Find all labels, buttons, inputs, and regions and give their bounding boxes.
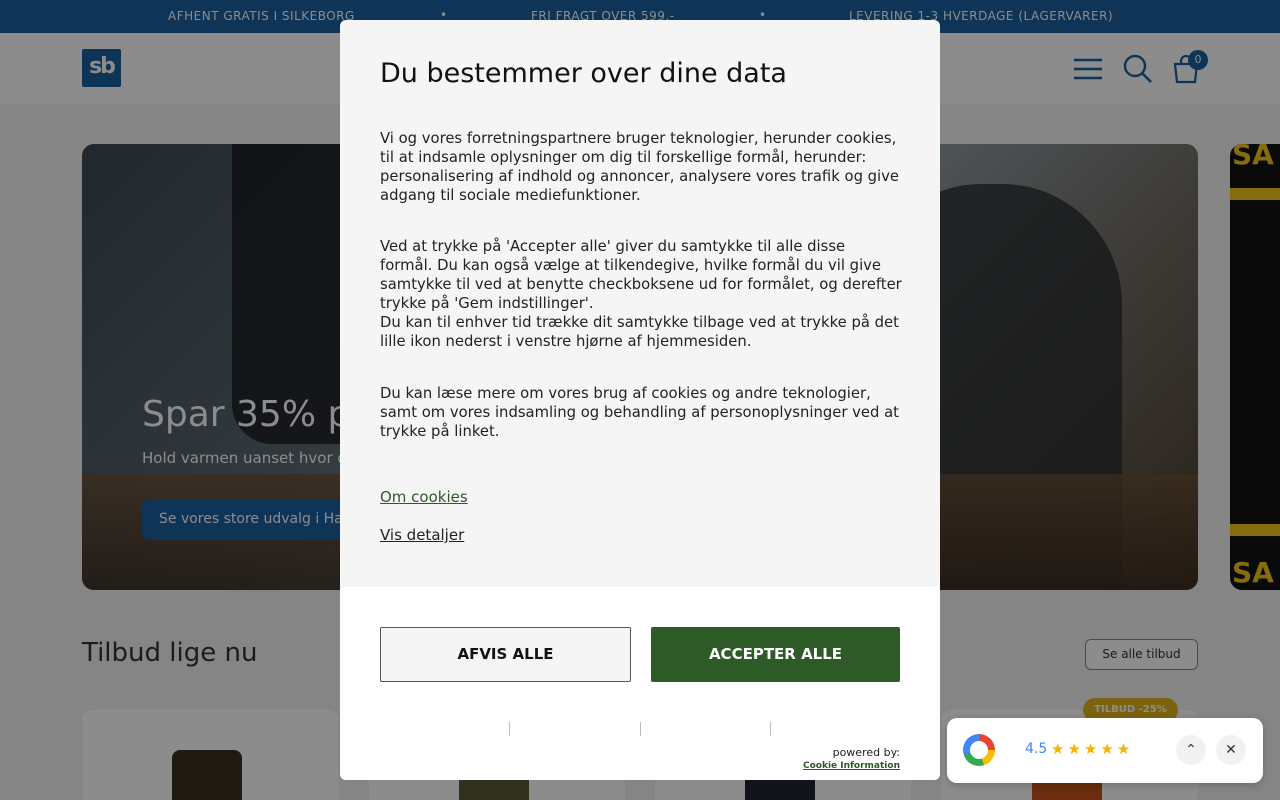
- chevron-up-icon[interactable]: ⌃: [1176, 735, 1206, 765]
- google-logo-icon: [963, 734, 995, 766]
- powered-by: powered by: Cookie Information: [803, 746, 900, 771]
- divider: [770, 722, 771, 736]
- google-rating-value: 4.5: [1025, 741, 1048, 757]
- divider: [509, 722, 510, 736]
- consent-footer: powered by: Cookie Information: [340, 722, 940, 780]
- cookie-consent-dialog: Du bestemmer over dine data Vi og vores …: [340, 20, 940, 780]
- close-icon[interactable]: ✕: [1216, 735, 1246, 765]
- consent-more-info-text: Du kan læse mere om vores brug af cookie…: [380, 385, 899, 440]
- accept-all-button[interactable]: ACCEPTER ALLE: [651, 627, 900, 682]
- google-reviews-widget[interactable]: 4.5 ★★★★★ ⌃ ✕: [947, 718, 1263, 783]
- consent-withdraw-info-text: Du kan til enhver tid trække dit samtykk…: [380, 314, 899, 350]
- about-cookies-link[interactable]: Om cookies: [380, 488, 468, 506]
- show-details-link[interactable]: Vis detaljer: [380, 526, 464, 544]
- rating-stars-icon: ★★★★★: [1051, 740, 1134, 758]
- powered-by-label: powered by:: [832, 746, 900, 759]
- consent-accept-info-text: Ved at trykke på 'Accepter alle' giver d…: [380, 238, 902, 312]
- consent-actions: AFVIS ALLE ACCEPTER ALLE: [340, 587, 940, 722]
- consent-title: Du bestemmer over dine data: [380, 58, 787, 89]
- divider: [640, 722, 641, 736]
- reject-all-button[interactable]: AFVIS ALLE: [380, 627, 631, 682]
- cookie-information-link[interactable]: Cookie Information: [803, 761, 900, 771]
- consent-intro-text: Vi og vores forretningspartnere bruger t…: [380, 130, 900, 204]
